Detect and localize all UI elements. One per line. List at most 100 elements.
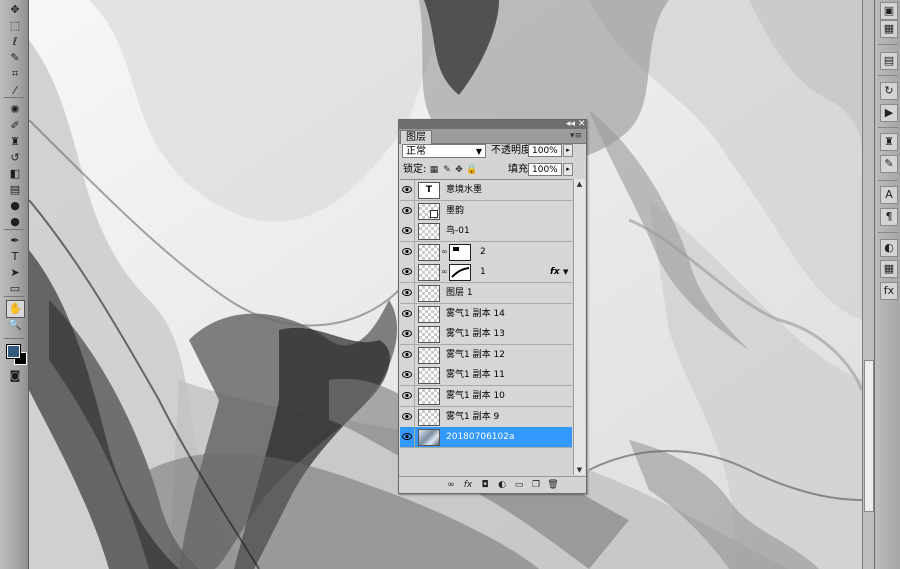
canvas-vertical-scrollbar[interactable] <box>862 0 874 569</box>
layer-name[interactable]: 雾气1 副本 12 <box>446 345 505 365</box>
visibility-eye-icon[interactable] <box>400 283 415 303</box>
visibility-eye-icon[interactable] <box>400 427 415 448</box>
quick-select-tool-icon[interactable]: ✎ <box>8 51 22 65</box>
type-tool-icon[interactable]: T <box>8 250 22 264</box>
layer-name[interactable]: 图层 1 <box>446 283 473 303</box>
layer-thumbnail[interactable] <box>418 408 440 426</box>
expand-effects-icon[interactable]: ▼ <box>563 262 568 282</box>
eyedropper-tool-icon[interactable]: ⁄ <box>8 84 22 98</box>
layer-list-scrollbar[interactable]: ▲ ▼ <box>573 179 585 475</box>
pen-tool-icon[interactable]: ✒ <box>8 234 22 248</box>
lock-pixels-icon[interactable]: ✎ <box>442 165 452 175</box>
path-selection-tool-icon[interactable]: ➤ <box>8 266 22 280</box>
tab-layers[interactable]: 图层 <box>400 130 432 144</box>
visibility-eye-icon[interactable] <box>400 200 415 221</box>
add-layer-style-icon[interactable]: fx <box>462 479 474 491</box>
layer-name[interactable]: 雾气1 副本 9 <box>446 407 499 427</box>
layer-row[interactable]: T 意境水墨 <box>400 180 572 201</box>
scrollbar-thumb[interactable] <box>864 360 874 512</box>
lasso-tool-icon[interactable]: ℓ <box>8 35 22 49</box>
layer-thumbnail[interactable] <box>418 305 440 323</box>
opacity-field[interactable]: 100% <box>528 144 562 157</box>
layer-row[interactable]: 鸟-01 <box>400 221 572 243</box>
layer-row[interactable]: 雾气1 副本 14 <box>400 303 572 325</box>
lock-transparent-icon[interactable]: ▦ <box>429 165 439 175</box>
healing-brush-tool-icon[interactable]: ✺ <box>8 103 22 117</box>
layer-row[interactable]: 20180706102a <box>400 427 572 449</box>
layer-name[interactable]: 雾气1 副本 10 <box>446 386 505 406</box>
layer-row[interactable]: ∞ 2 <box>400 241 572 263</box>
visibility-eye-icon[interactable] <box>400 386 415 406</box>
link-layers-icon[interactable]: ∞ <box>445 479 457 491</box>
layer-thumbnail[interactable] <box>418 429 440 447</box>
clone-source-panel-icon[interactable]: ♜ <box>880 133 898 151</box>
layer-thumbnail[interactable] <box>418 202 440 220</box>
layer-name[interactable]: 1 <box>480 262 486 282</box>
layer-name[interactable]: 2 <box>480 242 486 262</box>
visibility-eye-icon[interactable] <box>400 365 415 386</box>
new-layer-icon[interactable]: ❐ <box>530 479 542 491</box>
visibility-eye-icon[interactable] <box>400 406 415 427</box>
visibility-eye-icon[interactable] <box>400 303 415 324</box>
layer-row[interactable]: ∞ 1 fx ▼ <box>400 262 572 284</box>
layer-thumbnail[interactable]: T <box>418 182 440 199</box>
layer-thumbnail[interactable] <box>418 243 440 261</box>
blend-mode-select[interactable]: 正常 ▼ <box>402 144 486 158</box>
foreground-color-swatch[interactable] <box>6 344 21 359</box>
move-tool-icon[interactable]: ✥ <box>8 3 22 17</box>
visibility-eye-icon[interactable] <box>400 344 415 365</box>
layer-thumbnail[interactable] <box>418 264 440 282</box>
history-brush-tool-icon[interactable]: ↺ <box>8 151 22 165</box>
styles-panel-icon[interactable]: fx <box>880 282 898 300</box>
new-group-icon[interactable]: ▭ <box>513 479 525 491</box>
delete-layer-icon[interactable]: 🗑 <box>547 479 559 491</box>
layer-row[interactable]: 雾气1 副本 13 <box>400 324 572 346</box>
actions-panel-icon[interactable]: ▶ <box>880 104 898 122</box>
dodge-tool-icon[interactable]: ● <box>8 215 22 229</box>
hand-tool-icon[interactable]: ✋ <box>6 300 25 318</box>
crop-tool-icon[interactable]: ⌗ <box>8 67 22 81</box>
layer-row[interactable]: 图层 1 <box>400 283 572 304</box>
brush-tool-icon[interactable]: ✐ <box>8 119 22 133</box>
layer-name[interactable]: 雾气1 副本 14 <box>446 304 505 324</box>
layer-row[interactable]: 雾气1 副本 12 <box>400 344 572 366</box>
brushes-panel-icon[interactable]: ✎ <box>880 155 898 173</box>
marquee-tool-icon[interactable]: ⬚ <box>8 19 22 33</box>
link-icon[interactable]: ∞ <box>441 247 448 256</box>
adjustment-layer-icon[interactable]: ◐ <box>496 479 508 491</box>
history-panel-icon[interactable]: ↻ <box>880 82 898 100</box>
layer-row[interactable]: 雾气1 副本 9 <box>400 406 572 428</box>
opacity-slider-button[interactable]: ▸ <box>563 144 573 157</box>
panel-titlebar[interactable]: ◂◂ ✕ <box>399 119 586 129</box>
link-icon[interactable]: ∞ <box>441 267 448 276</box>
layer-thumbnail[interactable] <box>418 346 440 364</box>
layer-thumbnail[interactable] <box>418 223 440 241</box>
info-panel-icon[interactable]: ▤ <box>880 52 898 70</box>
layer-name[interactable]: 雾气1 副本 13 <box>446 324 505 344</box>
layer-name[interactable]: 意境水墨 <box>446 180 482 200</box>
scroll-down-icon[interactable]: ▼ <box>574 465 585 475</box>
vector-mask-thumbnail[interactable] <box>449 243 471 261</box>
panel-menu-icon[interactable]: ▾≡ <box>570 131 582 141</box>
scroll-up-icon[interactable]: ▲ <box>574 179 585 189</box>
color-panel-icon[interactable]: ◐ <box>880 239 898 257</box>
lock-all-icon[interactable]: 🔒 <box>466 165 477 175</box>
fill-field[interactable]: 100% <box>528 163 562 176</box>
gradient-tool-icon[interactable]: ▤ <box>8 183 22 197</box>
blur-tool-icon[interactable]: ● <box>8 199 22 213</box>
visibility-eye-icon[interactable] <box>400 324 415 345</box>
layer-name[interactable]: 墨韵 <box>446 201 464 221</box>
layer-row[interactable]: 雾气1 副本 11 <box>400 365 572 387</box>
paragraph-panel-icon[interactable]: ¶ <box>880 208 898 226</box>
clone-stamp-tool-icon[interactable]: ♜ <box>8 135 22 149</box>
lock-position-icon[interactable]: ✥ <box>454 165 464 175</box>
character-panel-icon[interactable]: A <box>880 186 898 204</box>
layer-row[interactable]: 雾气1 副本 10 <box>400 386 572 407</box>
layer-name[interactable]: 鸟-01 <box>446 221 470 241</box>
visibility-eye-icon[interactable] <box>400 221 415 242</box>
eraser-tool-icon[interactable]: ◧ <box>8 167 22 181</box>
quick-mask-icon[interactable]: ◙ <box>8 369 22 383</box>
visibility-eye-icon[interactable] <box>400 180 415 200</box>
layer-thumbnail[interactable] <box>418 285 440 302</box>
swatches-panel-icon[interactable]: ▦ <box>880 260 898 278</box>
